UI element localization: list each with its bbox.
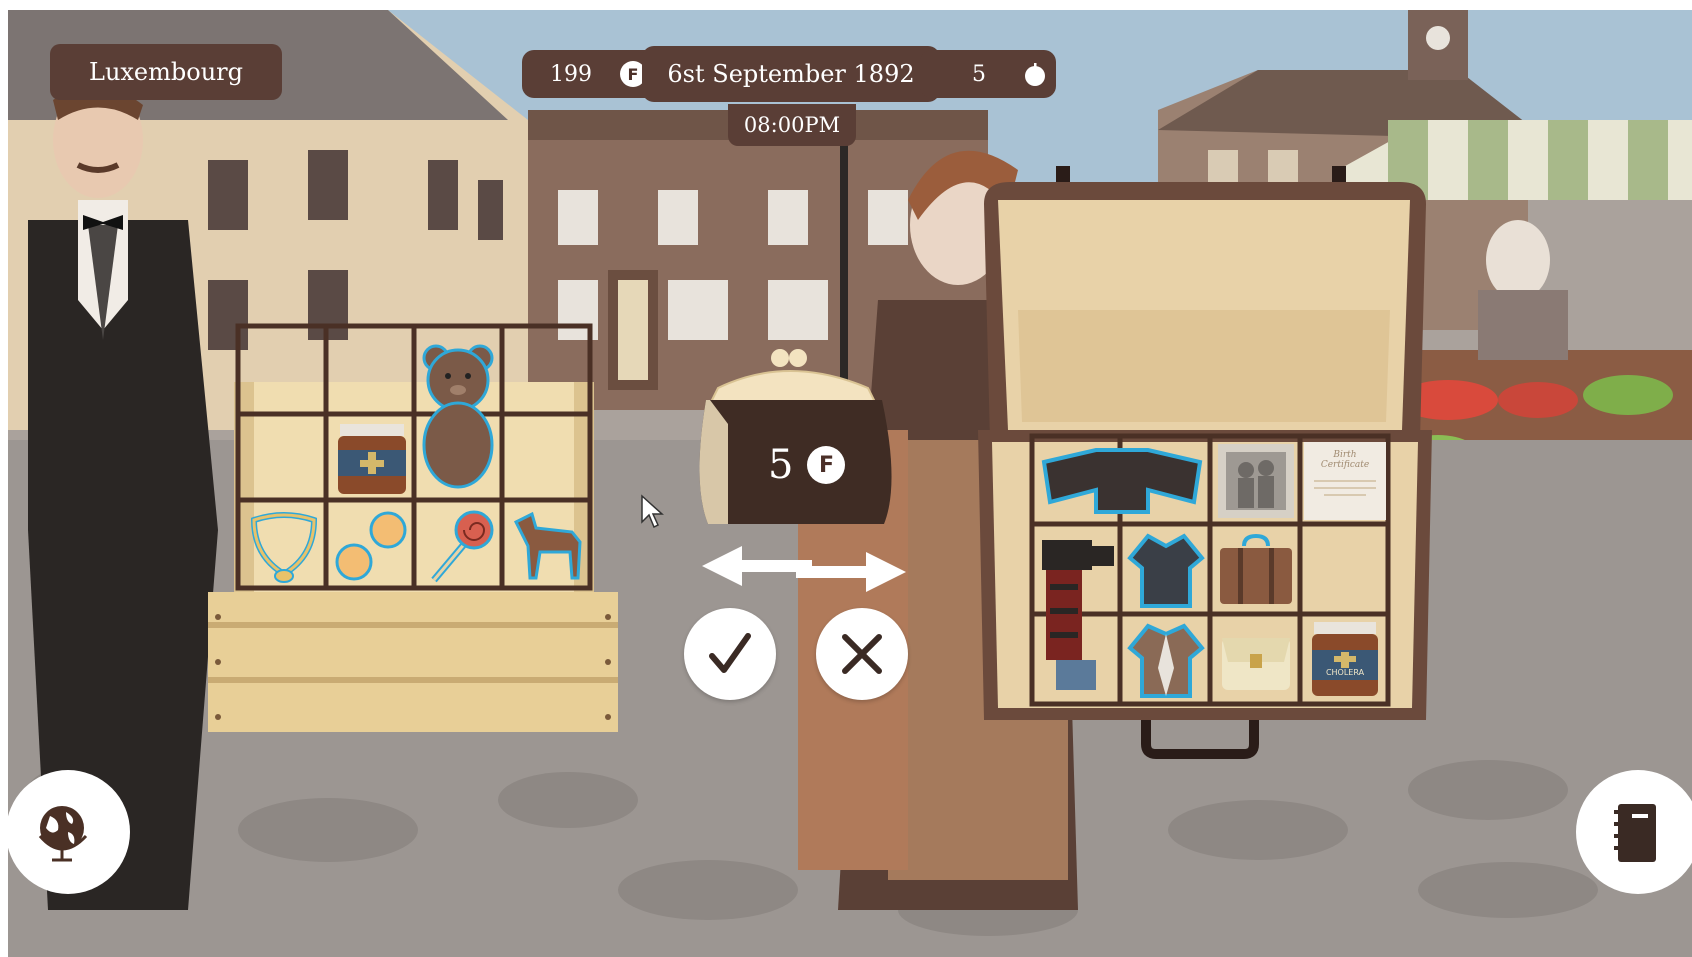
coin-purse: 5 F	[688, 344, 904, 536]
suitcase-item-coat[interactable]	[1036, 442, 1208, 520]
mouse-cursor-icon	[641, 494, 664, 529]
money-value: 199	[550, 61, 592, 87]
crate-item-toy-horse[interactable]	[506, 508, 590, 588]
money-counter: 199 F	[522, 50, 662, 98]
purse-graphic	[699, 349, 892, 524]
medicine-label: CHOLERA	[1325, 668, 1365, 677]
swap-arrows-icon	[702, 546, 906, 592]
date-display: 6st September 1892	[642, 46, 940, 102]
checkmark-icon	[709, 633, 751, 673]
suitcase-item-blazer[interactable]	[1124, 618, 1208, 702]
purse-amount-value: 5	[768, 442, 794, 488]
food-counter: 5	[920, 50, 1056, 98]
reject-trade-button[interactable]	[816, 608, 908, 700]
suitcase-item-cholera-medicine[interactable]	[1304, 618, 1386, 702]
notebook-icon	[1614, 804, 1656, 862]
purse-amount: 5 F	[768, 442, 846, 488]
suitcase-item-satchel[interactable]	[1214, 618, 1298, 702]
suitcase-item-small-suitcase[interactable]	[1214, 530, 1298, 612]
crate-item-medicine-jar[interactable]	[330, 418, 414, 498]
crate-item-coins[interactable]	[330, 506, 414, 586]
crate-item-necklace[interactable]	[244, 506, 324, 586]
food-value: 5	[972, 61, 986, 87]
globe-icon	[38, 806, 88, 862]
location-text: Luxembourg	[89, 58, 243, 86]
apple-icon	[1022, 61, 1048, 87]
location-label: Luxembourg	[50, 44, 282, 100]
time-display: 08:00PM	[728, 104, 856, 146]
close-icon	[842, 634, 882, 674]
player-suitcase: Birth Certificate CHOLERA	[970, 160, 1440, 760]
accept-trade-button[interactable]	[684, 608, 776, 700]
suitcase-item-sewing-machine[interactable]	[1036, 528, 1118, 700]
merchant-crate	[208, 322, 628, 742]
suitcase-item-jacket[interactable]	[1124, 528, 1208, 612]
date-text: 6st September 1892	[667, 60, 915, 88]
journal-button[interactable]	[1576, 770, 1692, 894]
franc-coin-icon: F	[807, 446, 846, 484]
certificate-title: Birth Certificate	[1320, 450, 1370, 470]
game-scene: Luxembourg 199 F 6st September 1892 5 08…	[8, 10, 1692, 957]
crate-item-lollipop[interactable]	[418, 506, 502, 590]
suitcase-item-birth-certificate[interactable]: Birth Certificate	[1304, 442, 1386, 520]
crate-item-teddy-bear[interactable]	[416, 330, 500, 498]
world-map-button[interactable]	[8, 770, 130, 894]
suitcase-item-family-photo[interactable]	[1214, 440, 1298, 522]
time-text: 08:00PM	[743, 113, 841, 137]
